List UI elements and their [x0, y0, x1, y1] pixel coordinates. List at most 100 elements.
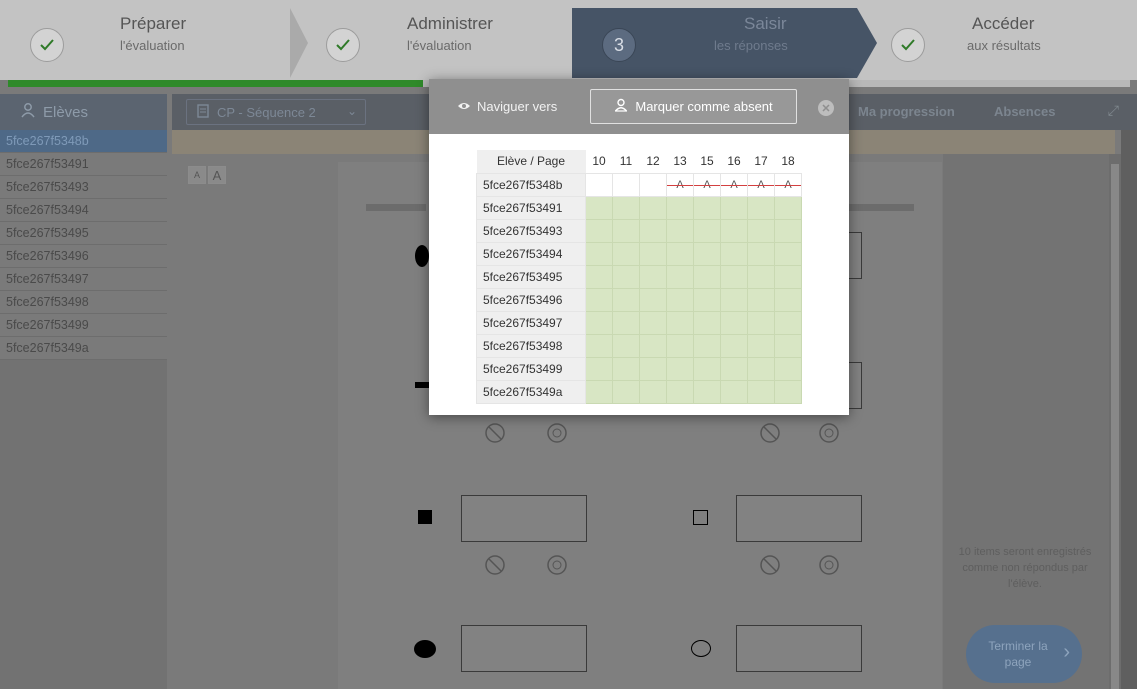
page-column-header[interactable]: 17: [747, 150, 775, 173]
grid-cell-done[interactable]: [774, 218, 802, 243]
grid-cell-done[interactable]: [774, 379, 802, 404]
grid-cell-done[interactable]: [747, 287, 775, 312]
mark-absent-button[interactable]: Marquer comme absent: [590, 89, 797, 124]
no-answer-icon[interactable]: [759, 554, 781, 576]
step-administer[interactable]: Administrer l'évaluation: [310, 8, 572, 78]
grid-cell-done[interactable]: [693, 310, 721, 335]
no-answer-icon[interactable]: [484, 422, 506, 444]
grid-cell-done[interactable]: [774, 356, 802, 381]
grid-cell-done[interactable]: [666, 379, 694, 404]
grid-cell-done[interactable]: [693, 333, 721, 358]
answer-box[interactable]: [848, 232, 862, 279]
grid-cell-done[interactable]: [666, 310, 694, 335]
grid-cell-done[interactable]: [612, 195, 640, 220]
page-column-header[interactable]: 13: [666, 150, 694, 173]
grid-cell-done[interactable]: [774, 264, 802, 289]
grid-cell-done[interactable]: [720, 241, 748, 266]
answer-box[interactable]: [736, 495, 862, 542]
grid-cell-done[interactable]: [585, 195, 613, 220]
grid-cell-done[interactable]: [585, 356, 613, 381]
grid-cell-done[interactable]: [612, 379, 640, 404]
grid-cell-empty[interactable]: [639, 172, 667, 197]
grid-cell-done[interactable]: [693, 218, 721, 243]
font-decrease-button[interactable]: A: [188, 166, 206, 184]
grid-cell-done[interactable]: [612, 356, 640, 381]
grid-cell-done[interactable]: [747, 264, 775, 289]
grid-cell-done[interactable]: [612, 333, 640, 358]
grid-student-name[interactable]: 5fce267f53494: [476, 241, 586, 266]
page-column-header[interactable]: 16: [720, 150, 748, 173]
grid-cell-done[interactable]: [585, 264, 613, 289]
student-list-item[interactable]: 5fce267f53497: [0, 268, 167, 291]
grid-cell-done[interactable]: [747, 241, 775, 266]
grid-cell-done[interactable]: [720, 287, 748, 312]
grid-cell-done[interactable]: [747, 195, 775, 220]
grid-cell-done[interactable]: [720, 195, 748, 220]
grid-cell-done[interactable]: [639, 195, 667, 220]
unreadable-answer-icon[interactable]: [546, 554, 568, 576]
grid-cell-done[interactable]: [639, 333, 667, 358]
student-list-item[interactable]: 5fce267f53494: [0, 199, 167, 222]
grid-cell-done[interactable]: [639, 264, 667, 289]
grid-student-name[interactable]: 5fce267f53499: [476, 356, 586, 381]
grid-cell-absent[interactable]: A: [693, 172, 721, 197]
unreadable-answer-icon[interactable]: [818, 422, 840, 444]
grid-cell-done[interactable]: [666, 241, 694, 266]
page-column-header[interactable]: 11: [612, 150, 640, 173]
grid-cell-done[interactable]: [747, 218, 775, 243]
grid-cell-done[interactable]: [612, 310, 640, 335]
grid-cell-done[interactable]: [585, 379, 613, 404]
grid-cell-done[interactable]: [720, 264, 748, 289]
grid-student-name[interactable]: 5fce267f5349a: [476, 379, 586, 404]
grid-cell-absent[interactable]: A: [747, 172, 775, 197]
answer-box[interactable]: [736, 625, 862, 672]
step-enter-answers[interactable]: 3 Saisir les réponses: [572, 8, 857, 78]
expand-icon[interactable]: ⤢: [1108, 102, 1119, 119]
grid-cell-done[interactable]: [720, 333, 748, 358]
grid-cell-done[interactable]: [585, 241, 613, 266]
step-results[interactable]: Accéder aux résultats: [877, 8, 1137, 78]
grid-cell-done[interactable]: [666, 264, 694, 289]
grid-cell-done[interactable]: [639, 310, 667, 335]
grid-student-name[interactable]: 5fce267f53491: [476, 195, 586, 220]
grid-cell-done[interactable]: [747, 333, 775, 358]
grid-cell-done[interactable]: [774, 241, 802, 266]
grid-cell-done[interactable]: [747, 310, 775, 335]
unreadable-answer-icon[interactable]: [818, 554, 840, 576]
grid-student-name[interactable]: 5fce267f53496: [476, 287, 586, 312]
student-list-item[interactable]: 5fce267f53496: [0, 245, 167, 268]
grid-cell-done[interactable]: [639, 379, 667, 404]
navigate-to-button[interactable]: Naviguer vers: [457, 99, 557, 114]
grid-student-name[interactable]: 5fce267f53497: [476, 310, 586, 335]
grid-student-name[interactable]: 5fce267f53498: [476, 333, 586, 358]
grid-cell-done[interactable]: [585, 333, 613, 358]
student-list-item[interactable]: 5fce267f5349a: [0, 337, 167, 360]
student-list-item[interactable]: 5fce267f53498: [0, 291, 167, 314]
page-column-header[interactable]: 15: [693, 150, 721, 173]
grid-cell-done[interactable]: [585, 287, 613, 312]
grid-cell-done[interactable]: [747, 379, 775, 404]
font-increase-button[interactable]: A: [208, 166, 226, 184]
scrollbar[interactable]: [1109, 154, 1121, 689]
grid-cell-done[interactable]: [666, 356, 694, 381]
grid-cell-done[interactable]: [666, 195, 694, 220]
page-column-header[interactable]: 18: [774, 150, 802, 173]
grid-cell-done[interactable]: [639, 241, 667, 266]
grid-cell-done[interactable]: [639, 218, 667, 243]
unreadable-answer-icon[interactable]: [546, 422, 568, 444]
student-list-item[interactable]: 5fce267f53499: [0, 314, 167, 337]
student-list-item[interactable]: 5fce267f5348b: [0, 130, 167, 153]
grid-cell-done[interactable]: [693, 241, 721, 266]
page-column-header[interactable]: 12: [639, 150, 667, 173]
grid-cell-done[interactable]: [693, 287, 721, 312]
student-list-item[interactable]: 5fce267f53491: [0, 153, 167, 176]
tab-absences[interactable]: Absences: [994, 104, 1055, 119]
grid-cell-absent[interactable]: A: [774, 172, 802, 197]
answer-box[interactable]: [461, 625, 587, 672]
grid-cell-done[interactable]: [774, 333, 802, 358]
grid-cell-absent[interactable]: A: [666, 172, 694, 197]
student-list-item[interactable]: 5fce267f53495: [0, 222, 167, 245]
grid-cell-done[interactable]: [747, 356, 775, 381]
grid-cell-absent[interactable]: A: [720, 172, 748, 197]
grid-cell-done[interactable]: [612, 264, 640, 289]
